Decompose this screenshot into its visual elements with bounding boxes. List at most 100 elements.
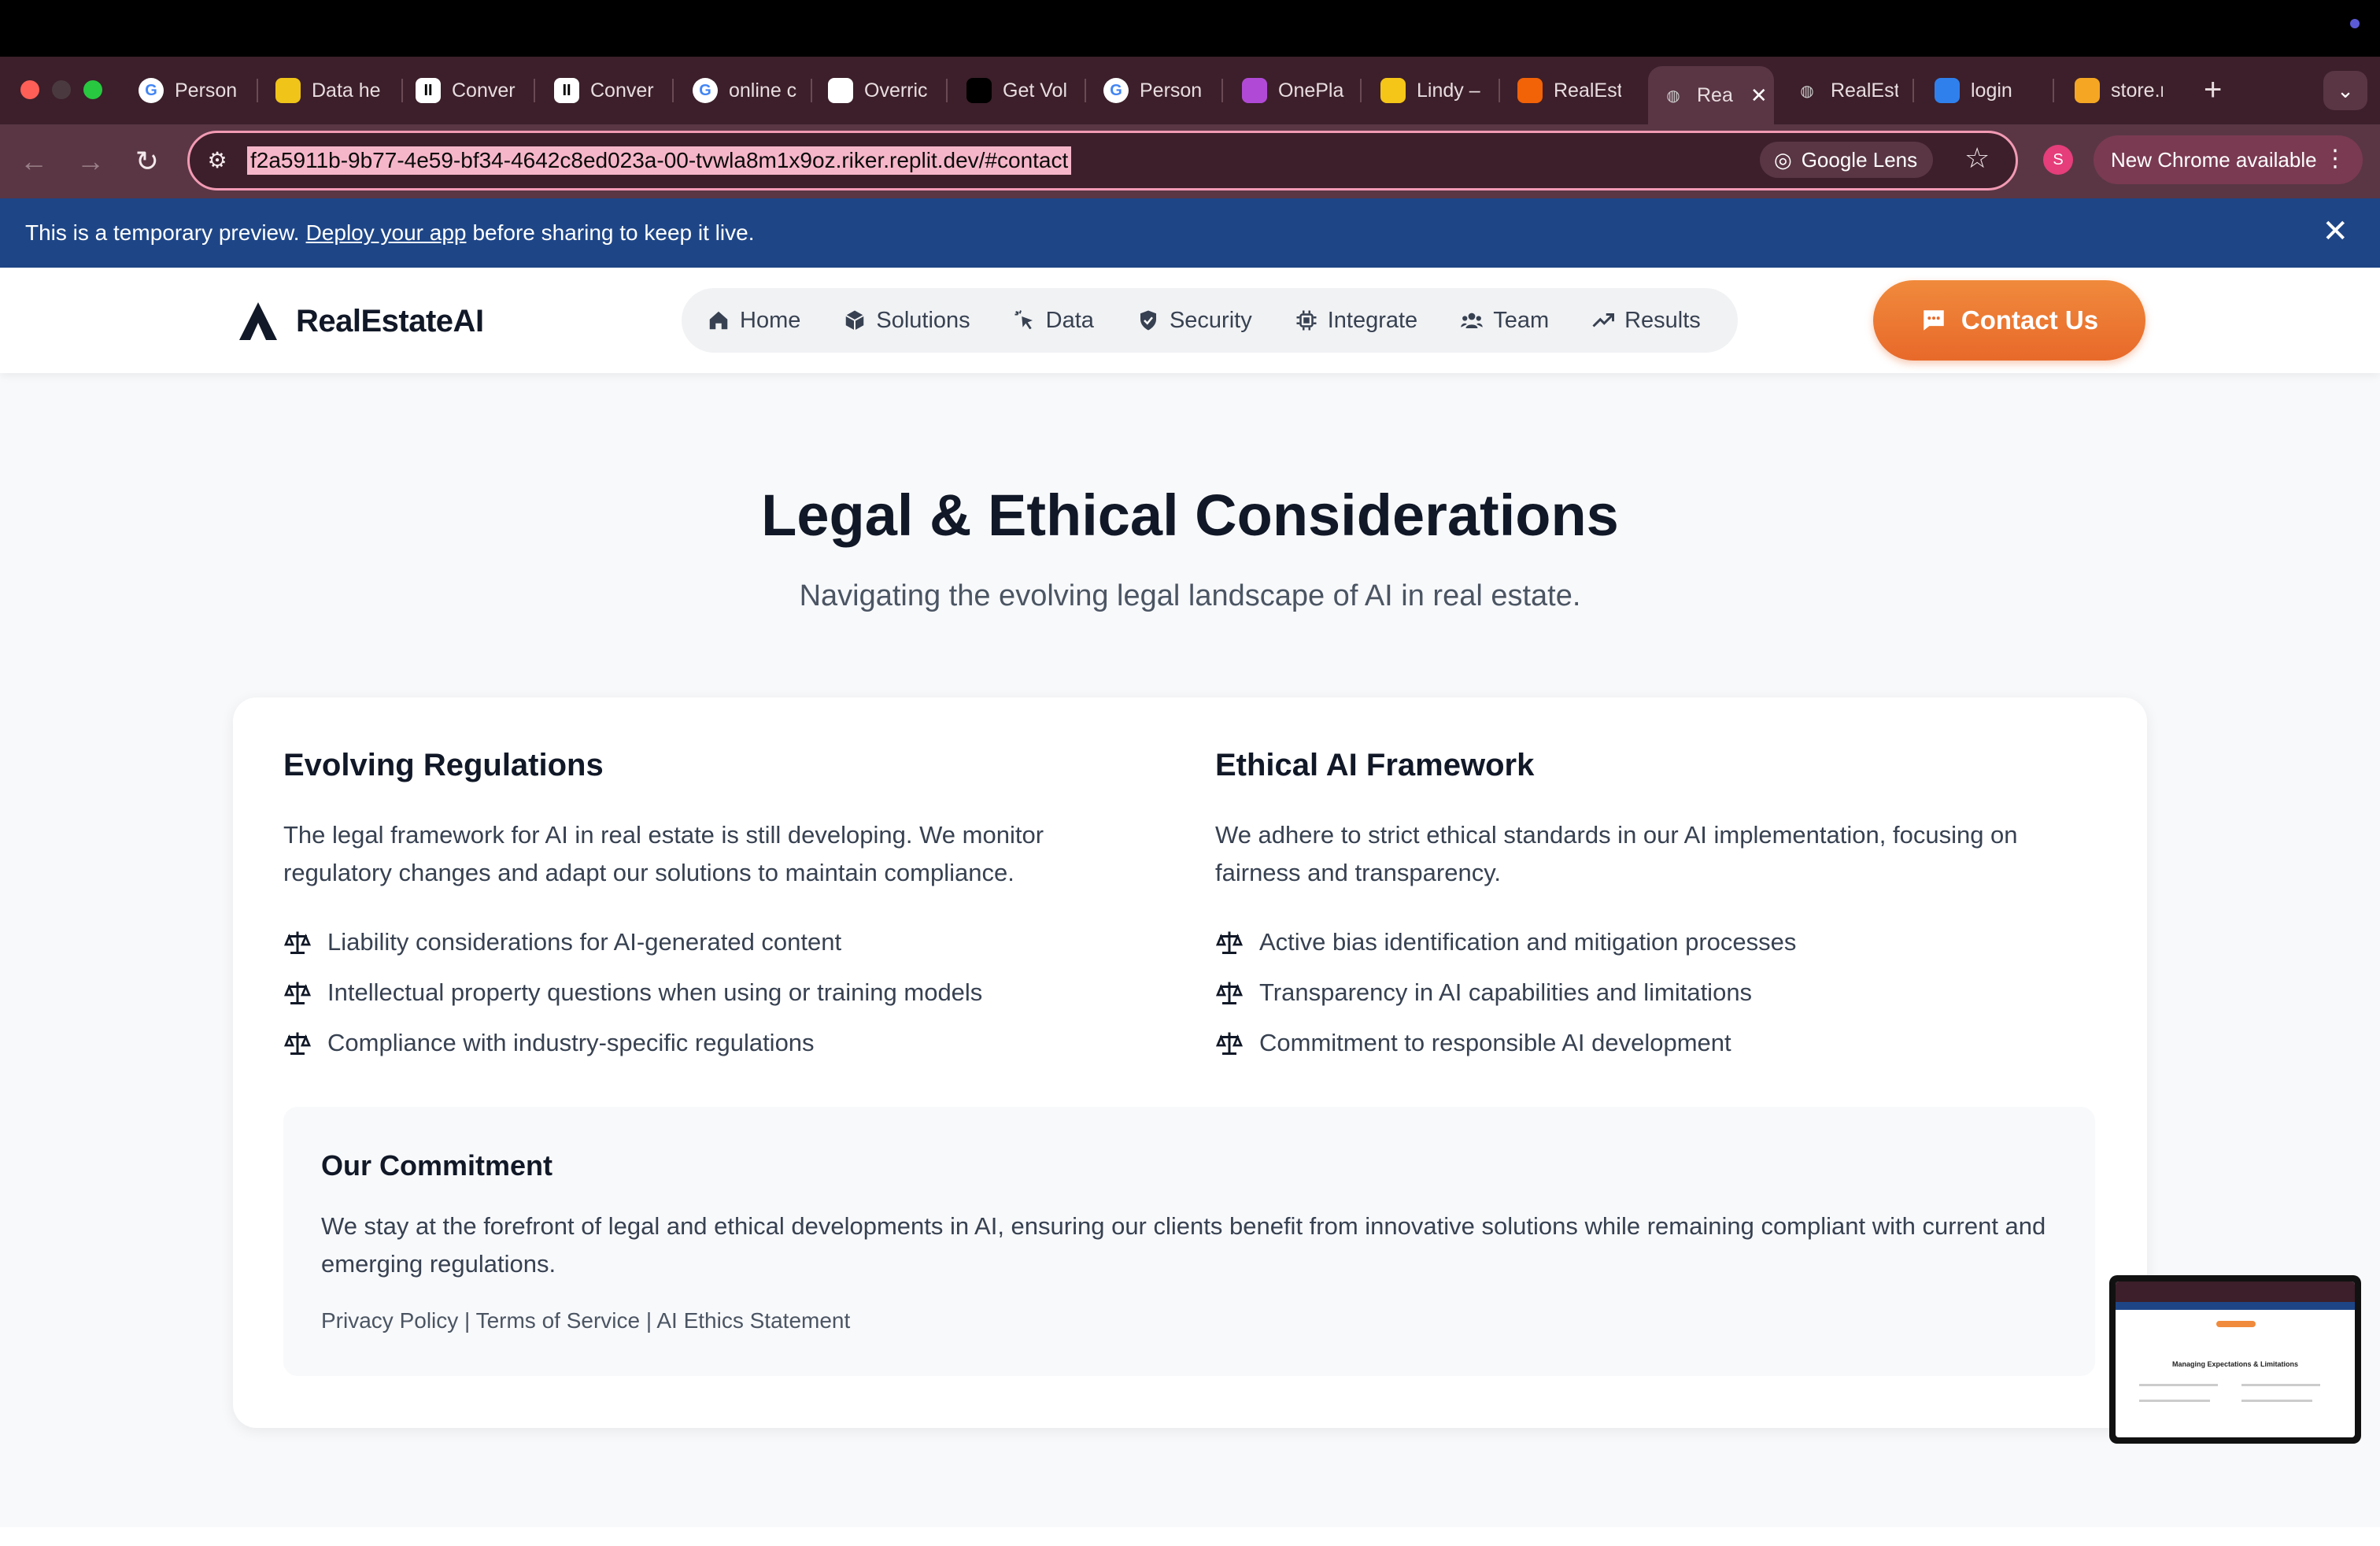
brand-mark-icon — [239, 302, 277, 340]
oneplan-icon — [1242, 78, 1267, 103]
nav-item-team[interactable]: Team — [1460, 308, 1549, 334]
nav-label: Home — [740, 307, 801, 333]
list-item-text: Transparency in AI capabilities and limi… — [1259, 978, 1753, 1006]
nav-item-data[interactable]: Data — [1013, 308, 1094, 334]
pause-icon: II — [554, 78, 579, 103]
list-item: Compliance with industry-specific regula… — [283, 1018, 1149, 1068]
brand-logo[interactable]: RealEstateAI — [236, 299, 484, 343]
back-button[interactable]: ← — [14, 142, 54, 181]
update-label: New Chrome available — [2111, 147, 2317, 172]
thumbnail-line — [2241, 1384, 2320, 1386]
tab-label: Rea — [1697, 83, 1733, 106]
browser-tab[interactable]: RealEst — [1511, 68, 1621, 113]
nav-item-security[interactable]: Security — [1136, 308, 1252, 334]
more-menu-icon[interactable]: ⋮ — [2323, 145, 2347, 172]
tab-separator — [2053, 79, 2054, 102]
close-window-button[interactable] — [20, 80, 39, 99]
list-item: Commitment to responsible AI development — [1215, 1018, 2081, 1068]
tab-label: OnePla — [1278, 79, 1344, 102]
home-icon — [709, 311, 728, 330]
browser-tab[interactable]: OnePla — [1236, 68, 1346, 113]
list-item-text: Liability considerations for AI-generate… — [327, 928, 842, 956]
tab-separator — [811, 79, 812, 102]
tab-separator — [1913, 79, 1914, 102]
tab-separator — [946, 79, 948, 102]
thumbnail-line — [2241, 1400, 2312, 1402]
browser-tab[interactable]: login — [1928, 68, 2038, 113]
new-tab-button[interactable]: + — [2204, 72, 2222, 108]
thumbnail-banner — [2116, 1302, 2355, 1310]
tab-label: Conver — [590, 79, 654, 102]
browser-tab[interactable]: Data he — [269, 68, 387, 113]
screenshot-thumbnail[interactable]: Managing Expectations & Limitations — [2109, 1275, 2361, 1444]
browser-tab[interactable]: Gonline c — [686, 68, 796, 113]
browser-tab[interactable]: G Person — [1097, 68, 1207, 113]
users-icon — [1461, 313, 1483, 328]
ethics-body: We adhere to strict ethical standards in… — [1215, 821, 2018, 886]
browser-tab[interactable]: Overric — [822, 68, 932, 113]
contact-us-button[interactable]: Contact Us — [1873, 280, 2145, 361]
deploy-link[interactable]: Deploy your app — [306, 220, 467, 246]
bookmark-star-icon[interactable]: ☆ — [1964, 142, 1990, 175]
nav-item-home[interactable]: Home — [707, 308, 800, 334]
lindy-icon — [1380, 78, 1406, 103]
update-chrome-button[interactable]: New Chrome available ⋮ — [2094, 135, 2363, 184]
nav-label: Security — [1169, 307, 1252, 333]
nav-item-results[interactable]: Results — [1591, 308, 1701, 334]
url-text[interactable]: f2a5911b-9b77-4e59-bf34-4642c8ed023a-00-… — [247, 146, 1072, 175]
browser-tab[interactable]: G Person — [132, 68, 242, 113]
browser-tab[interactable]: Lindy – — [1374, 68, 1484, 113]
browser-tab[interactable]: Get Vol — [960, 68, 1070, 113]
tab-separator — [1499, 79, 1500, 102]
globe-icon: ◍ — [1800, 82, 1814, 100]
tab-label: login — [1971, 79, 2012, 102]
browser-tab[interactable]: II Conver — [548, 68, 658, 113]
google-icon: G — [139, 78, 164, 103]
maximize-window-button[interactable] — [83, 80, 102, 99]
google-icon: G — [693, 78, 718, 103]
list-item-text: Commitment to responsible AI development — [1259, 1029, 1731, 1056]
scale-icon — [283, 982, 312, 1004]
p-icon — [966, 78, 992, 103]
profile-avatar[interactable]: S — [2043, 145, 2073, 175]
banner-close-icon[interactable]: ✕ — [2322, 214, 2349, 249]
browser-tab[interactable]: ◍ Rea ✕ — [1648, 66, 1774, 124]
shield-icon — [1140, 310, 1156, 331]
google-lens-button[interactable]: ◎ Google Lens — [1760, 142, 1934, 178]
tab-label: Get Vol — [1003, 79, 1067, 102]
brand-name: RealEstateAI — [296, 303, 484, 338]
banner-text-before: This is a temporary preview. — [25, 220, 300, 245]
scale-icon — [283, 931, 312, 954]
ethics-heading: Ethical AI Framework — [1215, 748, 1535, 782]
forward-button[interactable]: → — [71, 142, 110, 181]
list-item: Intellectual property questions when usi… — [283, 967, 1149, 1018]
chat-icon — [1924, 310, 1944, 331]
tab-label: Person — [175, 79, 238, 102]
google-icon: G — [1103, 78, 1129, 103]
browser-tab[interactable]: II Conver — [409, 68, 519, 113]
close-tab-icon[interactable]: ✕ — [1750, 83, 1768, 108]
commitment-heading: Our Commitment — [321, 1149, 553, 1182]
tab-search-button[interactable]: ⌄ — [2323, 71, 2367, 110]
page-title: Legal & Ethical Considerations — [761, 483, 1619, 548]
overridden-icon — [828, 78, 853, 103]
tab-label: RealEst — [1831, 79, 1898, 102]
policy-links[interactable]: Privacy Policy | Terms of Service | AI E… — [321, 1308, 850, 1333]
nav-label: Solutions — [876, 307, 970, 333]
nav-item-solutions[interactable]: Solutions — [843, 308, 970, 334]
nav-item-integrate[interactable]: Integrate — [1295, 308, 1417, 334]
thumbnail-tabbar — [2116, 1282, 2355, 1302]
page-subtitle: Navigating the evolving legal landscape … — [799, 579, 1581, 612]
minimize-window-button[interactable] — [52, 80, 71, 99]
list-item: Liability considerations for AI-generate… — [283, 917, 1149, 967]
ethics-list: Active bias identification and mitigatio… — [1215, 917, 2081, 1068]
site-settings-icon[interactable]: ⚙ — [203, 146, 231, 175]
store-icon — [2075, 78, 2100, 103]
tab-label: Lindy – — [1417, 79, 1480, 102]
browser-tab[interactable]: ◍ RealEst — [1788, 68, 1898, 113]
banner-text-after: before sharing to keep it live. — [472, 220, 755, 245]
browser-tab[interactable]: store.re — [2068, 68, 2163, 113]
page-bottom — [0, 1527, 2380, 1546]
reload-button[interactable]: ↻ — [128, 142, 167, 181]
list-item-text: Intellectual property questions when usi… — [327, 978, 983, 1006]
